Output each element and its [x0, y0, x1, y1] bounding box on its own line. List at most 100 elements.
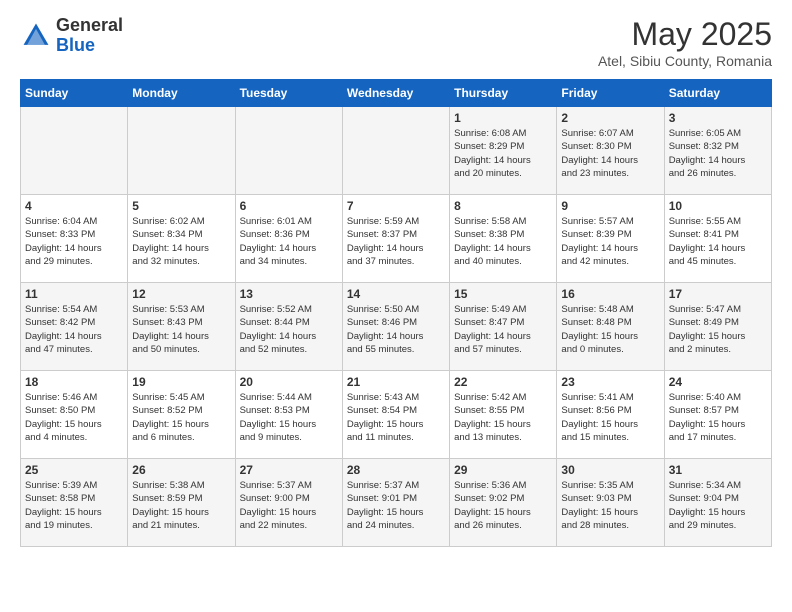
header: General Blue May 2025 Atel, Sibiu County… [20, 16, 772, 69]
table-row: 17 Sunrise: 5:47 AM Sunset: 8:49 PM Dayli… [664, 283, 771, 371]
table-row: 24 Sunrise: 5:40 AM Sunset: 8:57 PM Dayli… [664, 371, 771, 459]
day-info: Sunrise: 5:53 AM Sunset: 8:43 PM Dayligh… [132, 303, 230, 356]
table-row: 31 Sunrise: 5:34 AM Sunset: 9:04 PM Dayli… [664, 459, 771, 547]
table-row: 21 Sunrise: 5:43 AM Sunset: 8:54 PM Dayli… [342, 371, 449, 459]
day-number: 16 [561, 287, 659, 301]
day-number: 6 [240, 199, 338, 213]
table-row: 10 Sunrise: 5:55 AM Sunset: 8:41 PM Dayli… [664, 195, 771, 283]
day-number: 2 [561, 111, 659, 125]
day-number: 1 [454, 111, 552, 125]
day-info: Sunrise: 5:57 AM Sunset: 8:39 PM Dayligh… [561, 215, 659, 268]
day-number: 17 [669, 287, 767, 301]
location: Atel, Sibiu County, Romania [598, 53, 772, 69]
day-info: Sunrise: 6:05 AM Sunset: 8:32 PM Dayligh… [669, 127, 767, 180]
table-row: 5Sunrise: 6:02 AM Sunset: 8:34 PM Daylig… [128, 195, 235, 283]
table-row: 3 Sunrise: 6:05 AM Sunset: 8:32 PM Daylig… [664, 107, 771, 195]
day-info: Sunrise: 5:55 AM Sunset: 8:41 PM Dayligh… [669, 215, 767, 268]
calendar-header: Sunday Monday Tuesday Wednesday Thursday… [21, 80, 772, 107]
day-info: Sunrise: 5:44 AM Sunset: 8:53 PM Dayligh… [240, 391, 338, 444]
day-info: Sunrise: 6:08 AM Sunset: 8:29 PM Dayligh… [454, 127, 552, 180]
table-row: 26 Sunrise: 5:38 AM Sunset: 8:59 PM Dayli… [128, 459, 235, 547]
logo-text: General Blue [56, 16, 123, 56]
day-info: Sunrise: 5:34 AM Sunset: 9:04 PM Dayligh… [669, 479, 767, 532]
table-row: 28 Sunrise: 5:37 AM Sunset: 9:01 PM Dayli… [342, 459, 449, 547]
table-row [21, 107, 128, 195]
table-row: 7 Sunrise: 5:59 AM Sunset: 8:37 PM Daylig… [342, 195, 449, 283]
day-number: 31 [669, 463, 767, 477]
logo-blue: Blue [56, 35, 95, 55]
logo-general: General [56, 15, 123, 35]
day-number: 26 [132, 463, 230, 477]
table-row [235, 107, 342, 195]
page: General Blue May 2025 Atel, Sibiu County… [0, 0, 792, 563]
day-number: 3 [669, 111, 767, 125]
day-info: Sunrise: 5:48 AM Sunset: 8:48 PM Dayligh… [561, 303, 659, 356]
day-number: 24 [669, 375, 767, 389]
day-info: Sunrise: 5:38 AM Sunset: 8:59 PM Dayligh… [132, 479, 230, 532]
day-number: 18 [25, 375, 123, 389]
day-info: Sunrise: 5:36 AM Sunset: 9:02 PM Dayligh… [454, 479, 552, 532]
day-info: Sunrise: 5:54 AM Sunset: 8:42 PM Dayligh… [25, 303, 123, 356]
table-row: 11 Sunrise: 5:54 AM Sunset: 8:42 PM Dayli… [21, 283, 128, 371]
day-info: Sunrise: 5:39 AM Sunset: 8:58 PM Dayligh… [25, 479, 123, 532]
day-info: Sunrise: 5:52 AM Sunset: 8:44 PM Dayligh… [240, 303, 338, 356]
day-number: 7 [347, 199, 445, 213]
calendar-body: 1 Sunrise: 6:08 AM Sunset: 8:29 PM Daylig… [21, 107, 772, 547]
table-row: 16 Sunrise: 5:48 AM Sunset: 8:48 PM Dayli… [557, 283, 664, 371]
table-row: 15 Sunrise: 5:49 AM Sunset: 8:47 PM Dayli… [450, 283, 557, 371]
day-info: Sunrise: 5:37 AM Sunset: 9:01 PM Dayligh… [347, 479, 445, 532]
day-number: 5 [132, 199, 230, 213]
day-number: 11 [25, 287, 123, 301]
day-info: Sunrise: 5:59 AM Sunset: 8:37 PM Dayligh… [347, 215, 445, 268]
day-number: 27 [240, 463, 338, 477]
table-row: 23 Sunrise: 5:41 AM Sunset: 8:56 PM Dayli… [557, 371, 664, 459]
table-row: 29 Sunrise: 5:36 AM Sunset: 9:02 PM Dayli… [450, 459, 557, 547]
day-number: 21 [347, 375, 445, 389]
day-info: Sunrise: 5:47 AM Sunset: 8:49 PM Dayligh… [669, 303, 767, 356]
table-row: 1 Sunrise: 6:08 AM Sunset: 8:29 PM Daylig… [450, 107, 557, 195]
day-number: 9 [561, 199, 659, 213]
table-row: 30Sunrise: 5:35 AM Sunset: 9:03 PM Dayli… [557, 459, 664, 547]
day-info: Sunrise: 5:40 AM Sunset: 8:57 PM Dayligh… [669, 391, 767, 444]
month-title: May 2025 [598, 16, 772, 53]
table-row: 22Sunrise: 5:42 AM Sunset: 8:55 PM Dayli… [450, 371, 557, 459]
day-number: 25 [25, 463, 123, 477]
table-row: 20 Sunrise: 5:44 AM Sunset: 8:53 PM Dayli… [235, 371, 342, 459]
header-tuesday: Tuesday [235, 80, 342, 107]
day-number: 13 [240, 287, 338, 301]
day-number: 8 [454, 199, 552, 213]
day-info: Sunrise: 5:43 AM Sunset: 8:54 PM Dayligh… [347, 391, 445, 444]
table-row: 9 Sunrise: 5:57 AM Sunset: 8:39 PM Daylig… [557, 195, 664, 283]
header-monday: Monday [128, 80, 235, 107]
day-info: Sunrise: 5:49 AM Sunset: 8:47 PM Dayligh… [454, 303, 552, 356]
day-number: 29 [454, 463, 552, 477]
day-number: 20 [240, 375, 338, 389]
table-row: 6Sunrise: 6:01 AM Sunset: 8:36 PM Daylig… [235, 195, 342, 283]
table-row: 13 Sunrise: 5:52 AM Sunset: 8:44 PM Dayli… [235, 283, 342, 371]
header-sunday: Sunday [21, 80, 128, 107]
table-row: 14Sunrise: 5:50 AM Sunset: 8:46 PM Dayli… [342, 283, 449, 371]
day-info: Sunrise: 5:46 AM Sunset: 8:50 PM Dayligh… [25, 391, 123, 444]
table-row [342, 107, 449, 195]
table-row: 4 Sunrise: 6:04 AM Sunset: 8:33 PM Daylig… [21, 195, 128, 283]
day-info: Sunrise: 6:04 AM Sunset: 8:33 PM Dayligh… [25, 215, 123, 268]
day-info: Sunrise: 5:58 AM Sunset: 8:38 PM Dayligh… [454, 215, 552, 268]
day-number: 23 [561, 375, 659, 389]
day-number: 19 [132, 375, 230, 389]
table-row: 25 Sunrise: 5:39 AM Sunset: 8:58 PM Dayli… [21, 459, 128, 547]
day-number: 10 [669, 199, 767, 213]
table-row: 12Sunrise: 5:53 AM Sunset: 8:43 PM Dayli… [128, 283, 235, 371]
header-thursday: Thursday [450, 80, 557, 107]
day-number: 28 [347, 463, 445, 477]
header-saturday: Saturday [664, 80, 771, 107]
logo: General Blue [20, 16, 123, 56]
header-friday: Friday [557, 80, 664, 107]
day-info: Sunrise: 5:42 AM Sunset: 8:55 PM Dayligh… [454, 391, 552, 444]
day-number: 4 [25, 199, 123, 213]
header-wednesday: Wednesday [342, 80, 449, 107]
day-info: Sunrise: 5:41 AM Sunset: 8:56 PM Dayligh… [561, 391, 659, 444]
day-number: 14 [347, 287, 445, 301]
day-number: 15 [454, 287, 552, 301]
day-number: 30 [561, 463, 659, 477]
logo-icon [20, 20, 52, 52]
